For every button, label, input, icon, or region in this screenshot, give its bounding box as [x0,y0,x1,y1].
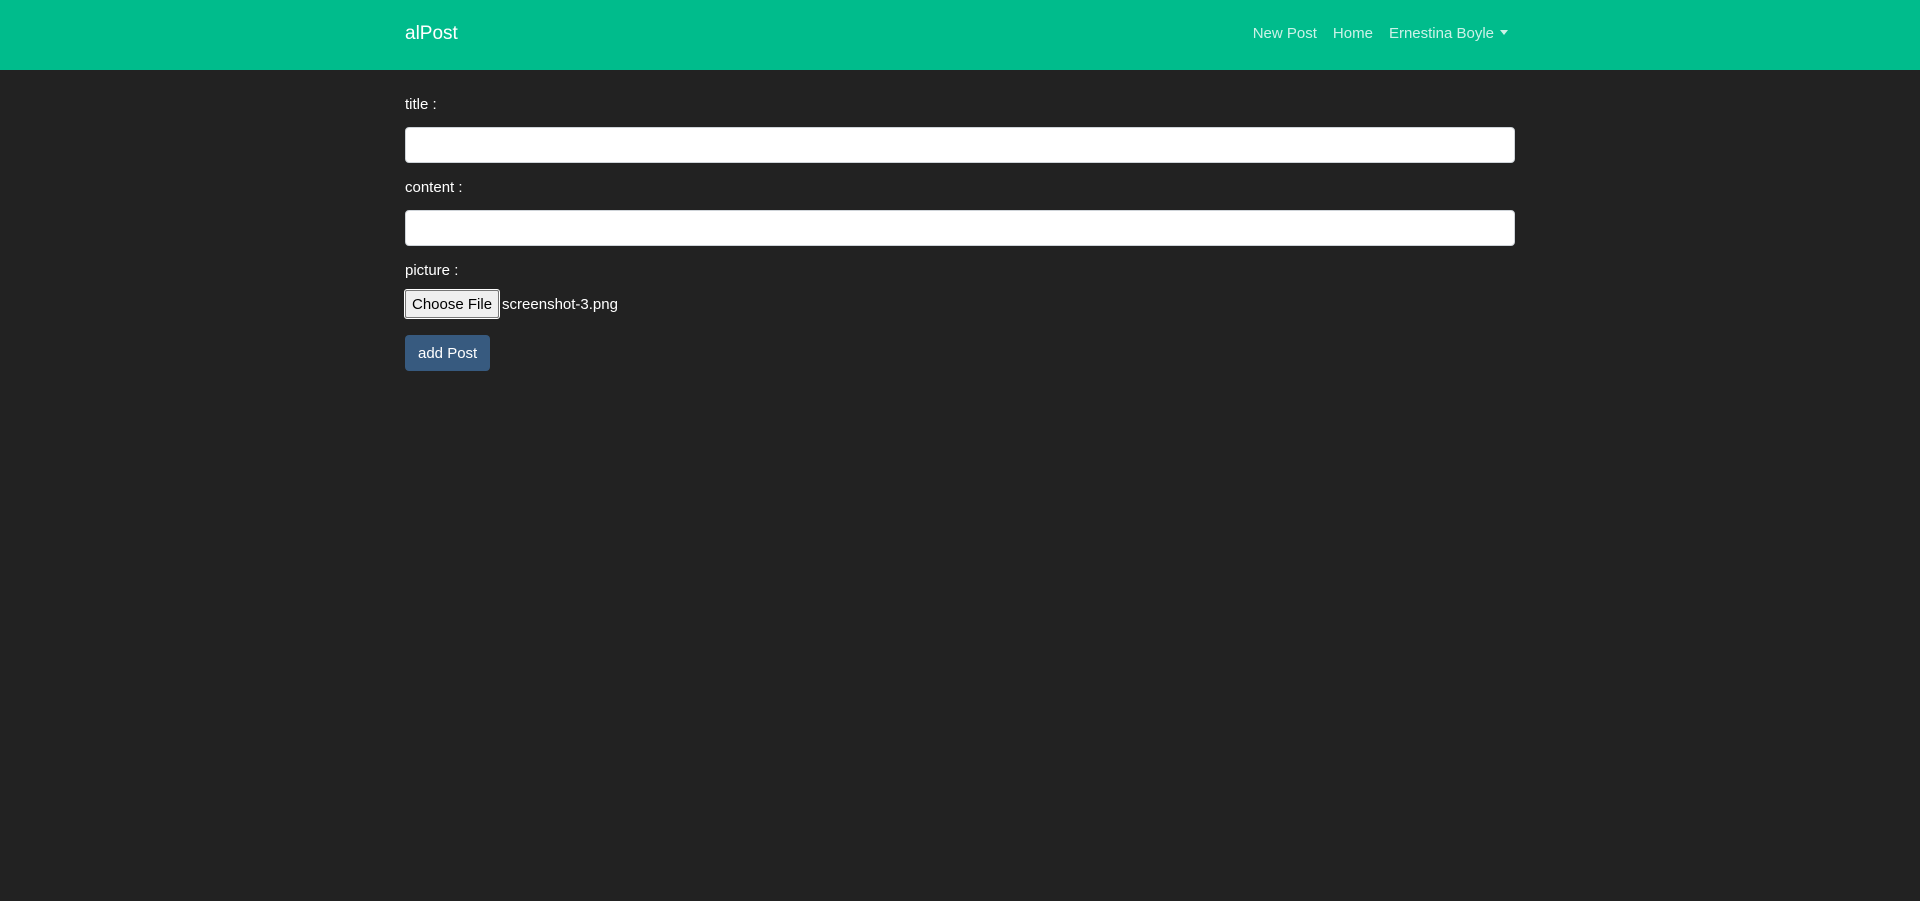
file-input: Choose File screenshot-3.png [403,289,1515,319]
nav-new-post[interactable]: New Post [1253,24,1317,44]
navbar-container: alPost New Post Home Ernestina Boyle [405,0,1515,70]
content-label: content : [405,179,463,196]
content-input[interactable] [405,210,1515,246]
title-group: title : [405,95,1515,163]
user-name: Ernestina Boyle [1388,25,1494,42]
brand-link[interactable]: alPost [405,22,458,46]
caret-down-icon [1500,30,1508,35]
choose-file-button[interactable]: Choose File [403,289,501,319]
picture-group: picture : Choose File screenshot-3.png [403,261,1515,319]
selected-file-name: screenshot-3.png [502,295,618,313]
nav-home[interactable]: Home [1333,24,1373,44]
add-post-button[interactable]: add Post [405,335,491,371]
nav-links: New Post Home Ernestina Boyle [1253,24,1508,44]
top-navbar: alPost New Post Home Ernestina Boyle [0,0,1920,70]
title-label: title : [405,96,437,113]
title-input[interactable] [405,127,1515,163]
picture-label: picture : [405,262,459,279]
content-group: content : [405,178,1515,246]
user-dropdown-toggle[interactable]: Ernestina Boyle [1389,24,1508,44]
